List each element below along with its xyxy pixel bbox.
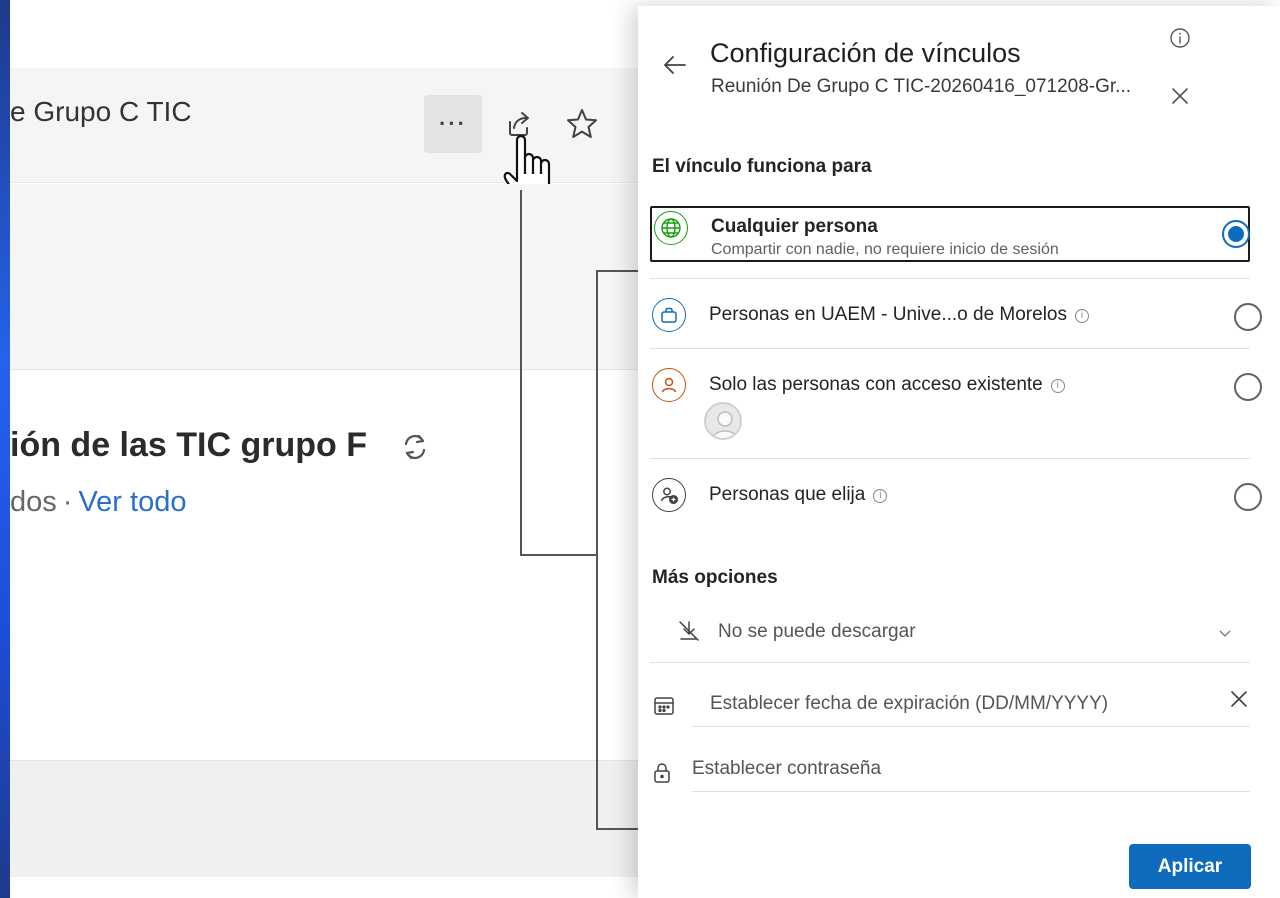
option-anyone[interactable]: Cualquier persona Compartir con nadie, n… [650,206,1250,262]
connector-bracket [596,270,644,272]
briefcase-icon [652,298,686,332]
divider [692,726,1250,727]
divider [650,662,1250,663]
option-existing-access[interactable]: Solo las personas con acceso existente i [650,364,1262,454]
clear-expiration-icon[interactable] [1228,688,1250,710]
radio-specific-people[interactable] [1234,483,1262,511]
divider [692,791,1250,792]
option-label: Solo las personas con acceso existente i [709,374,1065,396]
desktop-edge [0,0,10,898]
no-download-icon [676,618,702,644]
option-organization[interactable]: Personas en UAEM - Unive...o de Morelos i [650,294,1262,344]
globe-icon [654,211,688,245]
person-icon [652,368,686,402]
page-title: e Grupo C TIC [10,96,192,127]
option-label: Personas que elija i [709,484,888,506]
connector-bracket [596,828,644,830]
divider [650,278,1250,279]
page-footer [10,760,650,877]
radio-organization[interactable] [1234,303,1262,331]
more-options-label: Más opciones [652,567,778,588]
close-icon[interactable] [1168,84,1192,108]
option-label: Cualquier persona [711,216,878,237]
section-title: ión de las TIC grupo F [10,426,367,464]
download-setting-value: No se puede descargar [718,621,916,642]
panel-subtitle: Reunión De Grupo C TIC-20260416_071208-G… [711,76,1132,97]
chevron-down-icon [1216,624,1234,642]
radio-existing-access[interactable] [1234,373,1262,401]
favorite-star-icon[interactable] [564,106,600,142]
info-icon[interactable]: i [1050,379,1065,393]
apply-button[interactable]: Aplicar [1129,844,1251,889]
option-label-text: Personas en UAEM - Unive...o de Morelos [709,304,1067,325]
link-settings-panel: Configuración de vínculos Reunión De Gru… [638,6,1280,898]
lock-icon [651,761,673,785]
panel-title: Configuración de vínculos [710,38,1021,68]
password-input[interactable]: Establecer contraseña [692,758,881,780]
download-setting-dropdown[interactable]: No se puede descargar [650,608,1250,660]
person-add-icon [652,478,686,512]
info-icon[interactable]: i [873,489,888,503]
divider [650,348,1250,349]
subtitle-prefix: dos [10,486,57,518]
option-label: Personas en UAEM - Unive...o de Morelos i [709,304,1089,326]
see-all-link[interactable]: Ver todo [78,486,186,518]
content-band [10,184,650,370]
radio-anyone[interactable] [1222,220,1250,248]
link-works-for-label: El vínculo funciona para [652,156,872,177]
info-icon[interactable] [1168,26,1192,50]
sync-icon [398,430,432,464]
connector-line [520,554,598,556]
expiration-date-input[interactable]: Establecer fecha de expiración (DD/MM/YY… [710,693,1108,715]
option-label-text: Personas que elija [709,484,866,505]
option-label-text: Solo las personas con acceso existente [709,374,1043,395]
connector-line [520,190,522,556]
more-options-button[interactable]: ··· [424,95,482,153]
info-icon[interactable]: i [1075,309,1089,323]
back-arrow-icon[interactable] [660,50,690,80]
option-description: Compartir con nadie, no requiere inicio … [711,241,1059,258]
section-subtitle: dos · Ver todo [10,486,186,519]
calendar-icon[interactable] [652,694,676,718]
option-specific-people[interactable]: Personas que elija i [650,474,1262,524]
avatar [704,402,742,440]
divider [650,458,1250,459]
subtitle-dot: · [62,486,73,518]
connector-bracket [596,270,598,830]
